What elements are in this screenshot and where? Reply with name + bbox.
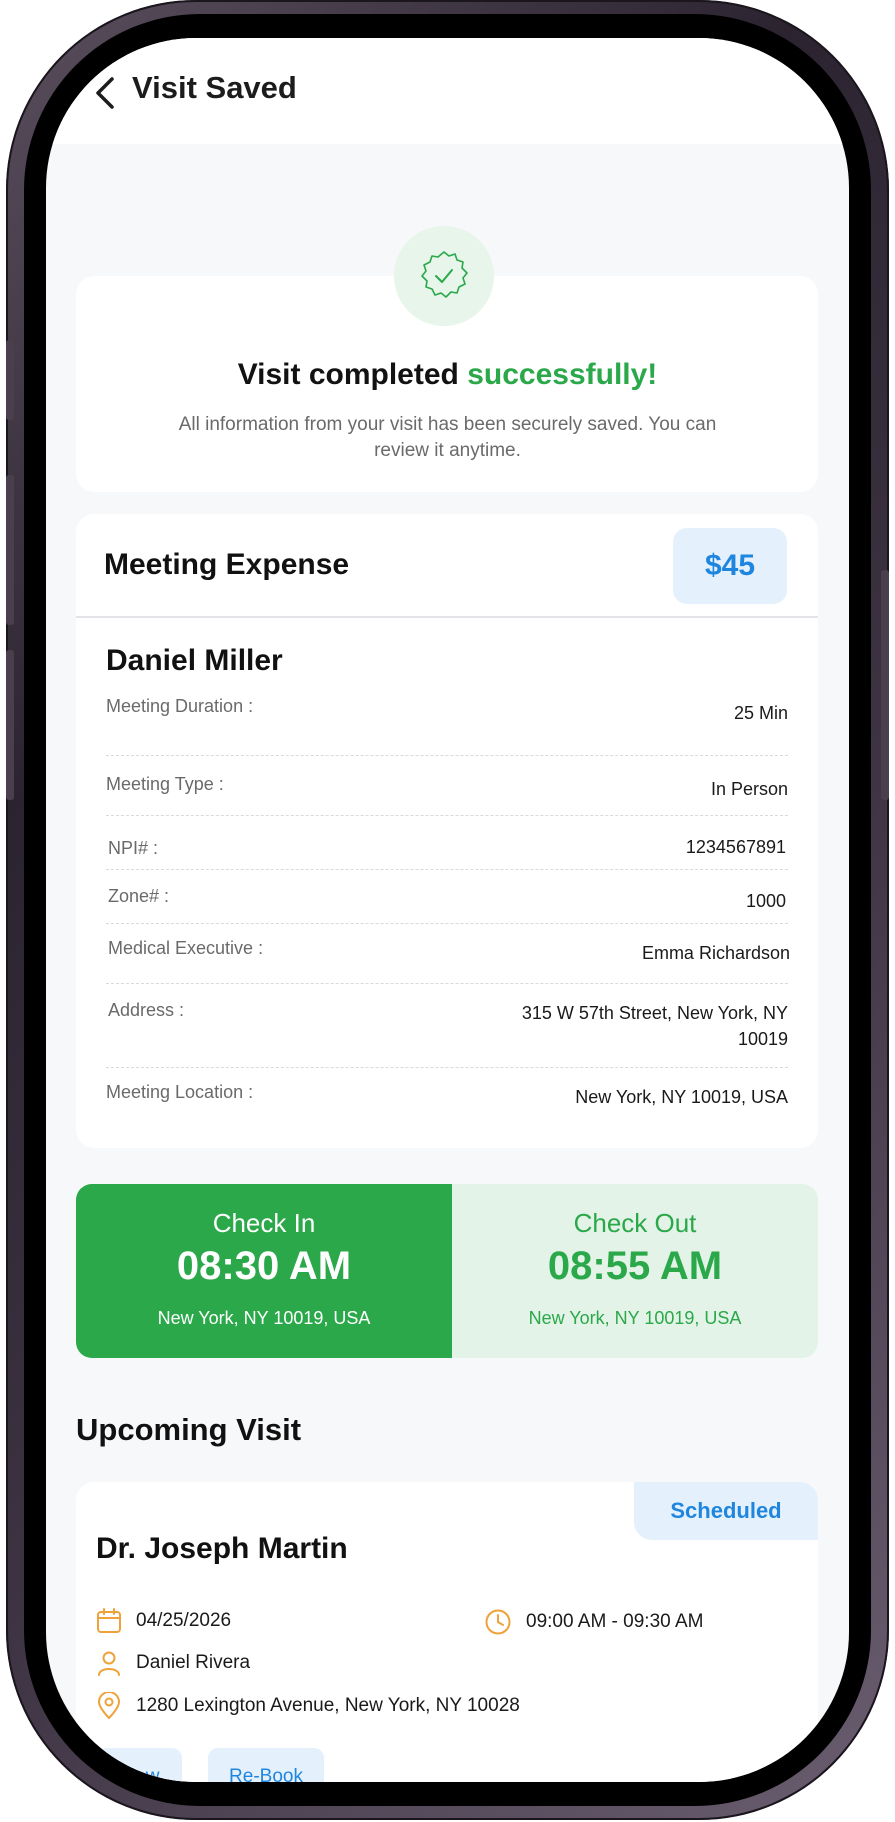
success-message: All information from your visit has been… bbox=[178, 414, 717, 461]
success-title-prefix: Visit completed bbox=[237, 358, 468, 391]
detail-value: Emma Richardson bbox=[641, 943, 790, 963]
back-arrow-icon[interactable] bbox=[92, 76, 118, 110]
detail-value: 25 Min bbox=[733, 703, 788, 723]
check-in-location: New York, NY 10019, USA bbox=[157, 1308, 371, 1328]
detail-label: Meeting Location : bbox=[106, 1082, 254, 1102]
check-out-time: 08:55 AM bbox=[547, 1244, 723, 1288]
mute-switch bbox=[6, 340, 14, 420]
check-out-location: New York, NY 10019, USA bbox=[528, 1308, 742, 1328]
volume-down-button bbox=[6, 650, 14, 800]
check-out-label: Check Out bbox=[573, 1208, 697, 1238]
visit-date-text: 04/25/2026 bbox=[136, 1610, 232, 1631]
detail-label: Medical Executive : bbox=[108, 938, 264, 958]
detail-label: Meeting Duration : bbox=[106, 696, 254, 716]
view-button[interactable]: View bbox=[96, 1748, 182, 1782]
visit-rep: Daniel Rivera bbox=[96, 1650, 250, 1676]
visit-rep-text: Daniel Rivera bbox=[136, 1652, 251, 1673]
meeting-expense-card: Meeting Expense $45 Daniel Miller Meetin… bbox=[76, 514, 818, 1148]
detail-row-zone: Zone# : 1000 bbox=[106, 870, 788, 924]
clock-icon bbox=[485, 1609, 511, 1635]
detail-value: New York, NY 10019, USA bbox=[575, 1087, 788, 1107]
visit-time-text: 09:00 AM - 09:30 AM bbox=[526, 1611, 704, 1632]
rebook-button[interactable]: Re-Book bbox=[208, 1748, 324, 1782]
visit-time: 09:00 AM - 09:30 AM bbox=[484, 1608, 703, 1636]
app-header: Visit Saved bbox=[46, 38, 849, 144]
detail-value: 1000 bbox=[745, 891, 786, 911]
expense-header: Meeting Expense $45 bbox=[76, 514, 818, 618]
success-title: Visit completed successfully! bbox=[46, 358, 849, 392]
detail-row-npi: NPI# : 1234567891 bbox=[106, 816, 788, 870]
detail-label: Zone# : bbox=[108, 886, 170, 906]
success-check-badge bbox=[394, 226, 494, 326]
success-title-accent: successfully! bbox=[467, 358, 658, 391]
page-title: Visit Saved bbox=[132, 70, 297, 105]
detail-row-executive: Medical Executive : Emma Richardson bbox=[106, 924, 790, 984]
user-icon bbox=[98, 1651, 120, 1676]
detail-row-location: Meeting Location : New York, NY 10019, U… bbox=[106, 1068, 788, 1124]
check-in-time: 08:30 AM bbox=[176, 1244, 352, 1288]
power-button bbox=[881, 570, 889, 800]
detail-label: NPI# : bbox=[108, 838, 159, 858]
check-out-panel: Check Out 08:55 AM New York, NY 10019, U… bbox=[452, 1184, 818, 1358]
expense-title: Meeting Expense bbox=[104, 548, 350, 581]
detail-row-address: Address : 315 W 57th Street, New York, N… bbox=[106, 984, 788, 1068]
app-screen: Visit Saved Visit completed successfully… bbox=[46, 38, 849, 1782]
calendar-icon bbox=[97, 1608, 121, 1633]
detail-label: Meeting Type : bbox=[106, 774, 224, 794]
visit-address: 1280 Lexington Avenue, New York, NY 1002… bbox=[96, 1692, 520, 1720]
detail-value: In Person bbox=[710, 779, 788, 799]
location-pin-icon bbox=[98, 1692, 120, 1719]
detail-row-duration: Meeting Duration : 25 Min bbox=[106, 696, 788, 756]
expense-amount-badge: $45 bbox=[673, 528, 787, 604]
detail-value: 315 W 57th Street, New York, NY 10019 bbox=[521, 1003, 788, 1049]
status-badge: Scheduled bbox=[634, 1482, 818, 1540]
person-name: Daniel Miller bbox=[106, 644, 283, 677]
doctor-name: Dr. Joseph Martin bbox=[96, 1532, 348, 1565]
check-in-label: Check In bbox=[212, 1208, 316, 1238]
detail-value: 1234567891 bbox=[685, 837, 786, 857]
verified-check-icon bbox=[421, 251, 468, 298]
volume-up-button bbox=[6, 475, 14, 625]
upcoming-visit-heading: Upcoming Visit bbox=[76, 1412, 302, 1447]
detail-label: Address : bbox=[108, 1000, 185, 1020]
detail-row-type: Meeting Type : In Person bbox=[106, 756, 788, 816]
check-in-panel: Check In 08:30 AM New York, NY 10019, US… bbox=[76, 1184, 452, 1358]
visit-address-text: 1280 Lexington Avenue, New York, NY 1002… bbox=[136, 1695, 520, 1716]
visit-date: 04/25/2026 bbox=[96, 1608, 231, 1634]
